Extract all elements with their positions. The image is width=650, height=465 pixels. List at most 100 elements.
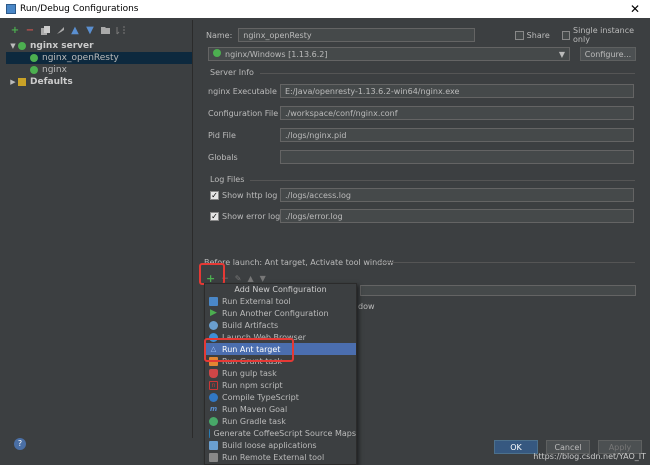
conf-input[interactable]: ./workspace/conf/nginx.conf: [280, 106, 634, 120]
menu-item-build-artifacts[interactable]: Build Artifacts: [205, 319, 356, 331]
menu-item-label: Compile TypeScript: [222, 392, 299, 402]
copy-icon[interactable]: [40, 25, 50, 35]
exec-input[interactable]: E:/Java/openresty-1.13.6.2-win64/nginx.e…: [280, 84, 634, 98]
popup-header: Add New Configuration: [205, 284, 356, 295]
menu-item-label: Run gulp task: [222, 368, 277, 378]
gulp-icon: [209, 368, 218, 378]
edit-icon[interactable]: ✎: [235, 274, 242, 283]
error-log-checkbox[interactable]: ✓: [210, 212, 219, 221]
add-icon[interactable]: +: [10, 25, 20, 36]
error-log-row: ✓ Show error log: [210, 212, 280, 221]
folder-icon[interactable]: [100, 25, 110, 35]
typescript-icon: [209, 392, 218, 402]
nginx-version-select[interactable]: nginx/Windows [1.13.6.2] ▼: [208, 47, 570, 61]
divider: [250, 180, 635, 181]
menu-item-npm-script[interactable]: n Run npm script: [205, 379, 356, 391]
help-button[interactable]: ?: [14, 438, 26, 450]
tree-item-nginx-openresty[interactable]: nginx_openResty: [6, 52, 192, 64]
menu-item-label: Run External tool: [222, 296, 291, 306]
chevron-right-icon[interactable]: ▶: [8, 78, 18, 86]
http-log-input[interactable]: ./logs/access.log: [280, 188, 634, 202]
name-input[interactable]: nginx_openResty: [238, 28, 476, 42]
nginx-icon: [30, 66, 38, 74]
menu-item-label: Build Artifacts: [222, 320, 279, 330]
menu-item-another-config[interactable]: ▶ Run Another Configuration: [205, 307, 356, 319]
npm-icon: n: [209, 380, 218, 390]
tree-group-nginx-server[interactable]: ▼ nginx server: [6, 40, 192, 52]
tree-group-label: nginx server: [30, 41, 94, 51]
menu-item-gradle-task[interactable]: Run Gradle task: [205, 415, 356, 427]
menu-item-coffeescript[interactable]: Generate CoffeeScript Source Maps: [205, 427, 356, 439]
configure-button[interactable]: Configure...: [580, 47, 636, 61]
activate-window-partial: dow: [358, 302, 375, 311]
move-down-icon[interactable]: ▼: [260, 274, 266, 283]
nginx-icon: [213, 49, 221, 57]
error-log-input[interactable]: ./logs/error.log: [280, 209, 634, 223]
menu-item-maven-goal[interactable]: m Run Maven Goal: [205, 403, 356, 415]
config-tree: ▼ nginx server nginx_openResty nginx ▶ D…: [6, 40, 192, 88]
play-icon: ▶: [210, 308, 217, 318]
server-info-title: Server Info: [210, 68, 254, 77]
divider: [260, 73, 635, 74]
add-configuration-popup: Add New Configuration Run External tool …: [204, 283, 357, 465]
pid-label: Pid File: [208, 131, 236, 140]
menu-item-label: Run Remote External tool: [222, 452, 325, 462]
build-icon: [209, 440, 218, 450]
maven-icon: m: [209, 405, 218, 413]
app-icon: [6, 4, 16, 14]
single-instance-checkbox[interactable]: [561, 30, 571, 40]
globals-input[interactable]: [280, 150, 634, 164]
http-log-checkbox[interactable]: ✓: [210, 191, 219, 200]
menu-item-label: Run Maven Goal: [222, 404, 288, 414]
menu-item-external-tool[interactable]: Run External tool: [205, 295, 356, 307]
pid-input[interactable]: ./logs/nginx.pid: [280, 128, 634, 142]
chevron-down-icon[interactable]: ▼: [8, 42, 18, 50]
nginx-select-row: nginx/Windows [1.13.6.2] ▼: [208, 47, 570, 61]
remove-icon[interactable]: −: [25, 25, 35, 36]
move-up-icon[interactable]: ▲: [70, 25, 80, 36]
wrench-icon[interactable]: [55, 25, 65, 35]
gradle-icon: [209, 416, 218, 426]
tree-item-label: nginx_openResty: [42, 53, 119, 63]
error-log-label: Show error log: [222, 212, 281, 221]
conf-label: Configuration File: [208, 109, 279, 118]
name-row: Name: nginx_openResty Share Single insta…: [206, 26, 645, 44]
menu-item-gulp-task[interactable]: Run gulp task: [205, 367, 356, 379]
menu-item-label: Run npm script: [222, 380, 283, 390]
exec-label: nginx Executable: [208, 87, 277, 96]
move-up-icon[interactable]: ▲: [247, 274, 253, 283]
menu-item-label: Run Gradle task: [222, 416, 286, 426]
log-files-title: Log Files: [210, 175, 245, 184]
left-toolbar: + − ▲ ▼: [6, 20, 192, 40]
ok-button[interactable]: OK: [494, 440, 538, 454]
gear-icon: [209, 296, 218, 306]
chevron-down-icon: ▼: [558, 49, 565, 59]
divider: [380, 262, 635, 263]
gear-icon: [209, 452, 218, 462]
share-label: Share: [526, 30, 550, 40]
close-icon[interactable]: ✕: [630, 2, 640, 16]
before-launch-task-row[interactable]: [360, 285, 636, 296]
move-down-icon[interactable]: ▼: [85, 25, 95, 36]
single-instance-label: Single instance only: [573, 26, 635, 44]
nginx-icon: [30, 54, 38, 62]
artifact-icon: [209, 320, 218, 330]
nginx-version-value: nginx/Windows [1.13.6.2]: [225, 50, 328, 59]
name-label: Name:: [206, 30, 233, 40]
watermark-text: https://blog.csdn.net/YAO_IT: [533, 452, 646, 461]
annotation-highlight-ant: [204, 338, 294, 362]
menu-item-remote-external-tool[interactable]: Run Remote External tool: [205, 451, 356, 463]
tree-item-label: nginx: [42, 65, 67, 75]
tree-group-label: Defaults: [30, 77, 73, 87]
menu-item-label: Build loose applications: [222, 440, 317, 450]
share-checkbox[interactable]: [515, 30, 524, 40]
tree-item-nginx[interactable]: nginx: [6, 64, 192, 76]
tree-group-defaults[interactable]: ▶ Defaults: [6, 76, 192, 88]
sort-icon[interactable]: [115, 25, 125, 35]
http-log-label: Show http log: [222, 191, 278, 200]
menu-item-loose-applications[interactable]: Build loose applications: [205, 439, 356, 451]
annotation-highlight-add: [199, 263, 225, 285]
window-title: Run/Debug Configurations: [20, 4, 139, 14]
menu-item-typescript[interactable]: Compile TypeScript: [205, 391, 356, 403]
menu-item-label: Run Another Configuration: [222, 308, 329, 318]
